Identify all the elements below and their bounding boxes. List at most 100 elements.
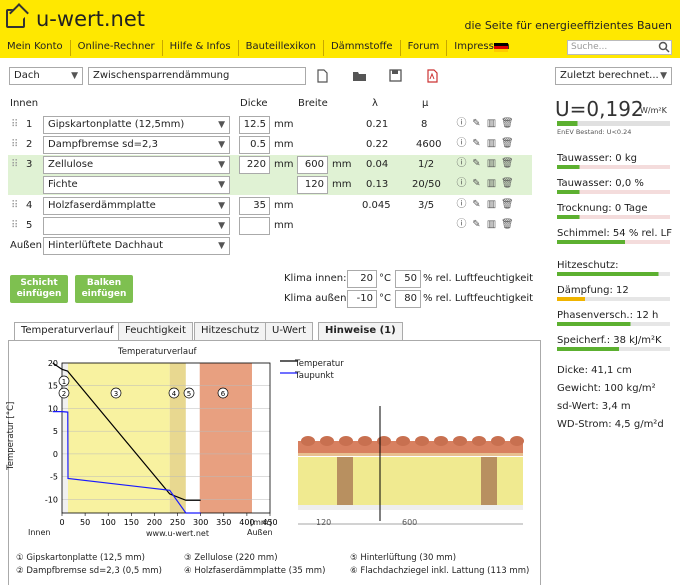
y-tick-label: 0 <box>53 450 58 459</box>
edit-pencil-icon[interactable]: ✎ <box>471 158 482 170</box>
layer-thickness-input[interactable]: 0.5 <box>239 136 270 154</box>
main-nav: Mein Konto Online-Rechner Hilfe & Infos … <box>0 40 517 56</box>
legend-text: Holzfaserdämmplatte (35 mm) <box>194 566 326 576</box>
innen-axis-label: Innen <box>28 528 51 537</box>
layer-thickness-input[interactable]: 35 <box>239 197 270 215</box>
edit-pencil-icon[interactable]: ✎ <box>471 138 482 150</box>
legend-item: ④ Holzfaserdämmplatte (35 mm) <box>184 566 326 576</box>
tab-temperaturverlauf[interactable]: Temperaturverlauf <box>14 322 121 341</box>
edit-pencil-icon[interactable]: ✎ <box>471 178 482 190</box>
chevron-down-icon: ▼ <box>218 180 225 190</box>
trash-icon[interactable]: 🗑 <box>501 199 514 211</box>
layer-material-select[interactable]: Dampfbremse sd=2,3 ▼ <box>43 136 230 154</box>
edit-pencil-icon[interactable]: ✎ <box>471 118 482 130</box>
layer-thickness-input[interactable] <box>239 217 270 235</box>
tab-feuchtigkeit[interactable]: Feuchtigkeit <box>118 322 193 340</box>
open-folder-icon[interactable] <box>352 70 367 82</box>
beam-material-select[interactable]: Fichte ▼ <box>43 176 230 194</box>
outer-surface-select[interactable]: Hinterlüftete Dachhaut ▼ <box>43 237 230 255</box>
info-icon[interactable]: ⓘ <box>456 138 467 150</box>
roof-tile <box>358 436 372 446</box>
nav-item-bauteillexikon[interactable]: Bauteillexikon <box>239 40 324 56</box>
legend-item: ⑤ Hinterlüftung (30 mm) <box>350 553 457 563</box>
nav-item-hilfe[interactable]: Hilfe & Infos <box>163 40 239 56</box>
logo-text[interactable]: u-wert.net <box>36 7 145 31</box>
component-type-value: Dach <box>14 70 40 81</box>
nav-item-mein-konto[interactable]: Mein Konto <box>0 40 71 56</box>
insert-beam-button[interactable]: Balken einfügen <box>75 275 133 303</box>
roof-tile <box>396 436 410 446</box>
layer-material-select[interactable]: Zellulose ▼ <box>43 156 230 174</box>
layer-thickness-input[interactable]: 220 <box>239 156 270 174</box>
split-icon[interactable]: ▥ <box>486 118 497 130</box>
tab-hinweise[interactable]: Hinweise (1) <box>318 322 403 340</box>
legend-item: ① Gipskartonplatte (12,5 mm) <box>16 553 145 563</box>
trash-icon[interactable]: 🗑 <box>501 138 514 150</box>
info-icon[interactable]: ⓘ <box>456 178 467 190</box>
roof-tile <box>339 436 353 446</box>
result-bar <box>557 215 670 219</box>
search-input[interactable]: Suche... <box>567 40 672 55</box>
klima-aussen-rh-input[interactable]: 80 <box>395 290 421 308</box>
layer-material-select[interactable]: Gipskartonplatte (12,5mm) ▼ <box>43 116 230 134</box>
rh-label: % rel. Luftfeuchtigkeit <box>423 273 534 284</box>
aussen-axis-label: Außen <box>247 528 273 537</box>
row-actions: ⓘ ✎ ▥ 🗑 <box>456 138 514 150</box>
nav-item-daemmstoffe[interactable]: Dämmstoffe <box>324 40 401 56</box>
klima-innen-temp-input[interactable]: 20 <box>347 270 377 288</box>
trash-icon[interactable]: 🗑 <box>501 118 514 130</box>
klima-innen-rh-input[interactable]: 50 <box>395 270 421 288</box>
tab-hitzeschutz[interactable]: Hitzeschutz <box>194 322 267 340</box>
beam-width-input[interactable]: 120 <box>297 176 328 194</box>
row-actions: ⓘ ✎ ▥ 🗑 <box>456 118 514 130</box>
split-icon[interactable]: ▥ <box>486 178 497 190</box>
info-icon[interactable]: ⓘ <box>456 118 467 130</box>
german-flag-icon[interactable] <box>494 43 508 52</box>
house-logo-icon[interactable] <box>6 9 25 28</box>
info-icon[interactable]: ⓘ <box>456 219 467 231</box>
trash-icon[interactable]: 🗑 <box>501 178 514 190</box>
drag-handle-icon[interactable]: ⠿ <box>11 200 18 211</box>
layer-thickness-input[interactable]: 12.5 <box>239 116 270 134</box>
layer-material-value: Dampfbremse sd=2,3 <box>48 139 158 150</box>
edit-pencil-icon[interactable]: ✎ <box>471 199 482 211</box>
info-icon[interactable]: ⓘ <box>456 199 467 211</box>
search-icon[interactable] <box>658 41 670 53</box>
layer-material-select[interactable]: ▼ <box>43 217 230 235</box>
insert-layer-button[interactable]: Schicht einfügen <box>10 275 68 303</box>
klima-aussen-temp-input[interactable]: -10 <box>347 290 377 308</box>
layer-material-value: Zellulose <box>48 159 94 170</box>
layer-width-input[interactable]: 600 <box>297 156 328 174</box>
drag-handle-icon[interactable]: ⠿ <box>11 119 18 130</box>
component-name-input[interactable]: Zwischensparrendämmung <box>88 67 306 85</box>
u-value-bar <box>557 121 670 126</box>
temperature-chart: 20151050-5-100 50 100 150 200 250 300 350 400 450… <box>45 359 524 527</box>
split-icon[interactable]: ▥ <box>486 199 497 211</box>
nav-item-online-rechner[interactable]: Online-Rechner <box>71 40 163 56</box>
u-value-unit: W/m²K <box>640 106 667 115</box>
drag-handle-icon[interactable]: ⠿ <box>11 159 18 170</box>
stat-sd-wert: sd-Wert: 3,4 m <box>557 401 631 412</box>
enev-limit: EnEV Bestand: U<0.24 <box>557 128 632 136</box>
split-icon[interactable]: ▥ <box>486 219 497 231</box>
trash-icon[interactable]: 🗑 <box>501 158 514 170</box>
drag-handle-icon[interactable]: ⠿ <box>11 220 18 231</box>
split-icon[interactable]: ▥ <box>486 138 497 150</box>
recent-calculations-select[interactable]: Zuletzt berechnet... ▼ <box>555 67 672 85</box>
nav-item-forum[interactable]: Forum <box>401 40 448 56</box>
split-icon[interactable]: ▥ <box>486 158 497 170</box>
legend-item: ③ Zellulose (220 mm) <box>184 553 278 563</box>
trash-icon[interactable]: 🗑 <box>501 219 514 231</box>
info-icon[interactable]: ⓘ <box>456 158 467 170</box>
layer-material-select[interactable]: Holzfaserdämmplatte ▼ <box>43 197 230 215</box>
drag-handle-icon[interactable]: ⠿ <box>11 139 18 150</box>
new-file-icon[interactable] <box>317 69 328 83</box>
save-icon[interactable] <box>389 69 402 82</box>
edit-pencil-icon[interactable]: ✎ <box>471 219 482 231</box>
legend-taupunkt: Taupunkt <box>295 371 334 381</box>
insert-layer-label: Schicht <box>20 278 58 288</box>
component-type-select[interactable]: Dach ▼ <box>9 67 83 85</box>
result-bar-2 <box>557 297 670 301</box>
pdf-icon[interactable] <box>427 69 438 83</box>
tab-u-wert[interactable]: U-Wert <box>265 322 314 340</box>
